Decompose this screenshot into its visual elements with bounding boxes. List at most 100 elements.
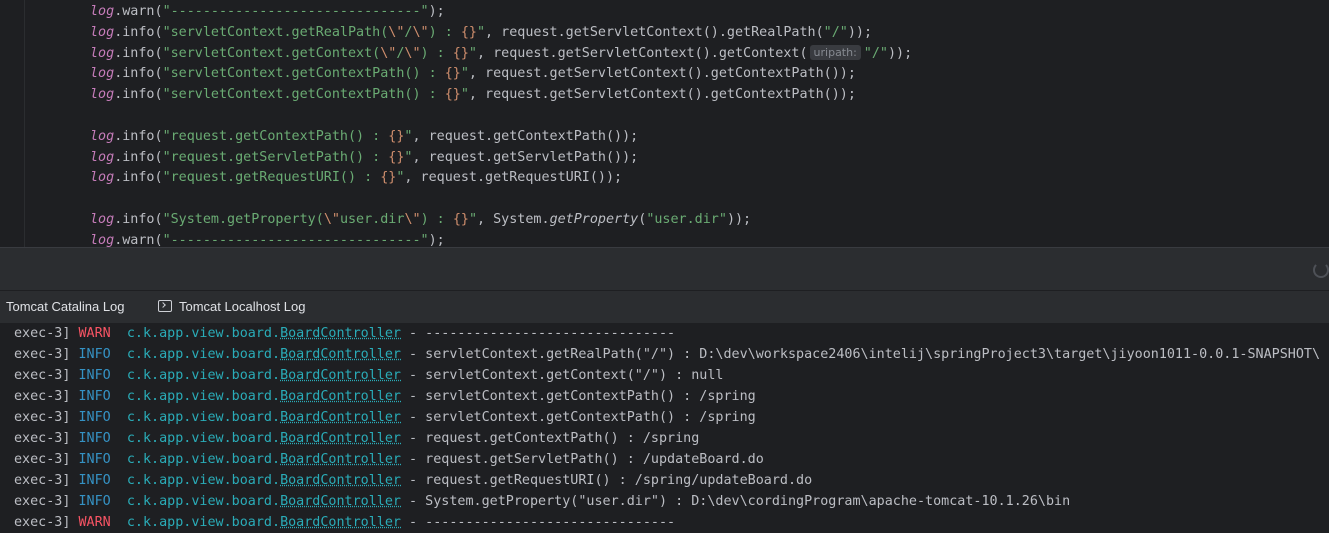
code-token: \" (404, 212, 421, 227)
log-package: c.k.app.view.board. (126, 410, 281, 425)
tab-tomcat-catalina-log[interactable]: Tomcat Catalina Log (6, 291, 125, 323)
code-token: log (90, 170, 115, 186)
log-package: c.k.app.view.board. (126, 326, 281, 341)
code-token: , System. (477, 212, 550, 227)
code-token: " (468, 212, 477, 227)
code-line: log.info("servletContext.getContextPath(… (90, 63, 856, 84)
log-class-link[interactable]: BoardController (280, 473, 401, 488)
log-class-link[interactable]: BoardController (280, 389, 401, 404)
code-token: "request.getRequestURI() : (162, 170, 381, 186)
log-level: INFO (78, 410, 111, 425)
code-token: ) : (428, 24, 461, 40)
log-line: exec-3] INFO c.k.app.view.board.BoardCon… (14, 428, 699, 449)
code-token: {} (444, 66, 461, 82)
code-token: "-------------------------------" (162, 232, 429, 247)
code-token: log (90, 87, 115, 103)
code-token: \" (388, 24, 405, 40)
console-output[interactable]: exec-3] WARN c.k.app.view.board.BoardCon… (0, 323, 1329, 533)
log-message: - servletContext.getContext("/") : null (401, 368, 724, 383)
code-token: )); (726, 212, 752, 227)
code-editor[interactable]: log.warn("------------------------------… (0, 0, 1329, 247)
log-message: - servletContext.getContextPath() : /spr… (401, 410, 756, 425)
code-token: " (476, 24, 486, 40)
code-token: warn( (122, 4, 163, 19)
code-token: warn( (122, 232, 163, 247)
log-line: exec-3] INFO c.k.app.view.board.BoardCon… (14, 344, 1320, 365)
log-package: c.k.app.view.board. (126, 347, 281, 362)
code-token: "servletContext.getContextPath() : (162, 87, 445, 103)
code-token: info( (122, 87, 163, 103)
log-thread: exec-3] (14, 452, 71, 467)
code-token: " (460, 87, 469, 103)
log-class-link[interactable]: BoardController (280, 515, 401, 530)
code-token: {} (380, 170, 397, 186)
log-line: exec-3] WARN c.k.app.view.board.BoardCon… (14, 512, 675, 533)
code-token: ); (428, 4, 445, 19)
code-token: log (90, 128, 115, 144)
log-line: exec-3] INFO c.k.app.view.board.BoardCon… (14, 365, 723, 386)
log-class-link[interactable]: BoardController (280, 452, 401, 467)
log-level: INFO (78, 473, 111, 488)
code-line: log.info("servletContext.getContext(\"/\… (90, 43, 912, 64)
code-token: ) : (420, 45, 453, 61)
code-line: log.info("request.getContextPath() : {}"… (90, 126, 638, 147)
log-message: - servletContext.getRealPath("/") : D:\d… (401, 347, 1321, 362)
code-line: log.info("servletContext.getRealPath(\"/… (90, 22, 872, 43)
toolbar-band (0, 247, 1329, 290)
code-token: log (90, 4, 115, 19)
indent-guide (24, 0, 25, 247)
log-class-link[interactable]: BoardController (280, 410, 401, 425)
log-line: exec-3] INFO c.k.app.view.board.BoardCon… (14, 491, 1070, 512)
log-level: INFO (78, 431, 111, 446)
code-token: log (90, 149, 115, 165)
log-thread: exec-3] (14, 410, 71, 425)
code-token: , request.getServletContext().getContext… (468, 66, 856, 82)
code-token: " (460, 66, 469, 82)
code-line: log.info("request.getServletPath() : {}"… (90, 147, 638, 168)
parameter-hint: uripath: (809, 44, 861, 60)
log-level: WARN (78, 515, 111, 530)
log-tabs-bar: Tomcat Catalina Log Tomcat Localhost Log (0, 290, 1329, 324)
code-token: , request.getRequestURI()); (404, 170, 623, 186)
code-token: getProperty (549, 212, 639, 227)
log-class-link[interactable]: BoardController (280, 347, 401, 362)
code-token: info( (122, 66, 163, 82)
log-thread: exec-3] (14, 326, 71, 341)
code-token: info( (122, 24, 163, 40)
code-token: log (90, 24, 115, 40)
code-line: log.warn("------------------------------… (90, 230, 445, 247)
code-token: {} (452, 45, 469, 61)
code-token: "servletContext.getContextPath() : (162, 66, 445, 82)
code-token: ) : (420, 212, 453, 227)
code-token: {} (460, 24, 477, 40)
code-token: {} (452, 212, 469, 227)
code-token: {} (388, 149, 405, 165)
code-token: \" (323, 212, 340, 227)
code-token: info( (122, 128, 163, 144)
code-token: \" (404, 45, 421, 61)
code-token: info( (122, 170, 163, 186)
code-token: \" (412, 24, 429, 40)
refresh-spinner-icon[interactable] (1313, 262, 1329, 278)
code-token: log (90, 212, 115, 227)
code-token: , request.getServletContext().getContext… (476, 45, 808, 61)
code-token: ); (428, 232, 445, 247)
tab-tomcat-localhost-log[interactable]: Tomcat Localhost Log (158, 291, 305, 323)
log-message: - servletContext.getContextPath() : /spr… (401, 389, 756, 404)
log-thread: exec-3] (14, 347, 71, 362)
log-line: exec-3] INFO c.k.app.view.board.BoardCon… (14, 470, 812, 491)
log-thread: exec-3] (14, 431, 71, 446)
tab-label: Tomcat Catalina Log (6, 299, 125, 314)
log-thread: exec-3] (14, 368, 71, 383)
code-line: log.info("servletContext.getContextPath(… (90, 84, 856, 105)
log-line: exec-3] INFO c.k.app.view.board.BoardCon… (14, 386, 756, 407)
log-level: INFO (78, 347, 111, 362)
code-token: , request.getServletPath()); (412, 149, 639, 165)
log-class-link[interactable]: BoardController (280, 431, 401, 446)
log-class-link[interactable]: BoardController (280, 494, 401, 509)
code-token: {} (388, 128, 405, 144)
log-package: c.k.app.view.board. (126, 515, 281, 530)
log-class-link[interactable]: BoardController (280, 326, 401, 341)
log-class-link[interactable]: BoardController (280, 368, 401, 383)
code-line: log.info("System.getProperty(\"user.dir\… (90, 209, 751, 230)
